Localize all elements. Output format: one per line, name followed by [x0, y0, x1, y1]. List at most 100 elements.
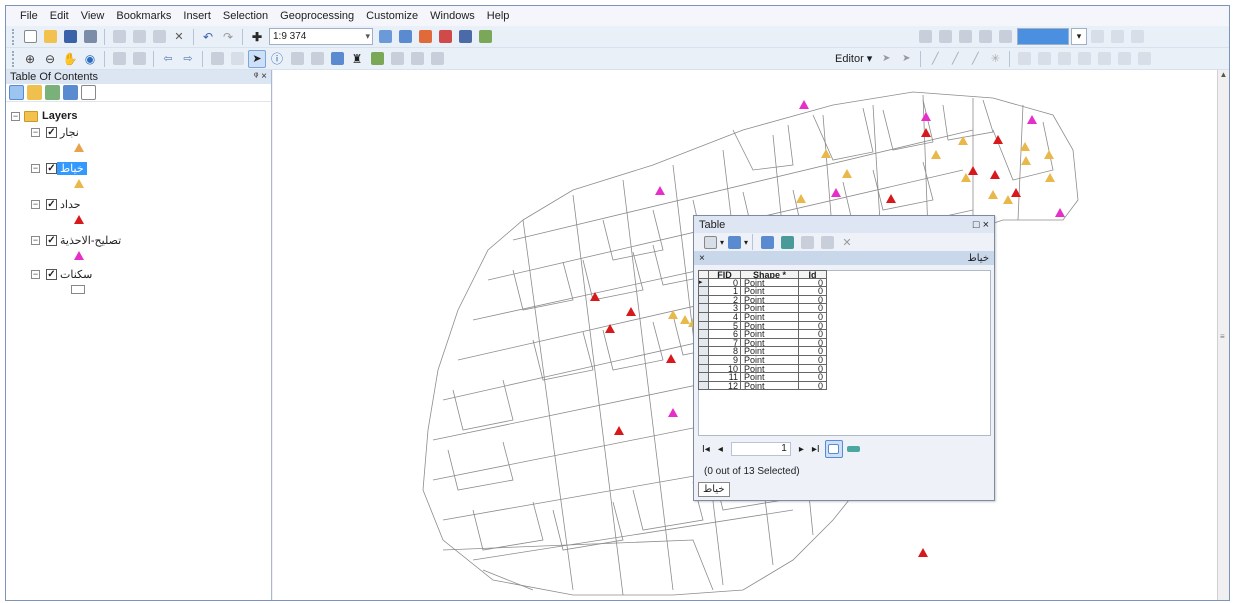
rotate-icon[interactable]	[1075, 50, 1093, 68]
cut-polygons-icon[interactable]	[1055, 50, 1073, 68]
menu-bookmarks[interactable]: Bookmarks	[110, 6, 177, 26]
row-selector[interactable]	[698, 355, 709, 365]
select-features-icon[interactable]	[208, 50, 226, 68]
row-selector[interactable]	[698, 381, 709, 391]
add-data-icon[interactable]: ✚	[248, 28, 266, 46]
cell-shape[interactable]: Point	[741, 347, 799, 356]
table-row[interactable]: 6 Point 0	[698, 330, 843, 339]
table-options-icon[interactable]	[701, 233, 719, 251]
table-row[interactable]: 3 Point 0	[698, 304, 843, 313]
layer-row-housing[interactable]: − ✓ سكنات	[31, 266, 95, 282]
table-row[interactable]: 4 Point 0	[698, 312, 843, 322]
table-row[interactable]: 2 Point 0	[698, 295, 843, 305]
cell-fid[interactable]: 4	[709, 312, 741, 322]
measure-icon[interactable]	[328, 50, 346, 68]
cell-fid[interactable]: 5	[709, 321, 741, 331]
table-row[interactable]: 12 Point 0	[698, 381, 843, 391]
collapse-icon[interactable]: −	[31, 127, 40, 137]
cell-id[interactable]: 0	[799, 381, 827, 391]
cell-fid[interactable]: 8	[709, 347, 741, 356]
cell-fid[interactable]: 1	[709, 287, 741, 296]
cell-id[interactable]: 0	[799, 278, 827, 288]
cell-shape[interactable]: Point	[741, 338, 799, 348]
edit-vertices-icon[interactable]	[1015, 50, 1033, 68]
page-icon[interactable]	[1088, 28, 1106, 46]
forward-arrow-icon[interactable]: ⇨	[179, 50, 197, 68]
menu-file[interactable]: File	[14, 6, 44, 26]
table-row[interactable]: 5 Point 0	[698, 321, 843, 331]
cell-id[interactable]: 0	[799, 312, 827, 322]
layer-name[interactable]: تصليح-الاحذية	[57, 234, 124, 247]
open-folder-icon[interactable]	[41, 28, 59, 46]
identify-icon[interactable]: ⓘ	[268, 50, 286, 68]
html-popup-icon[interactable]	[308, 50, 326, 68]
layout2-icon[interactable]	[996, 28, 1014, 46]
fixed-zoom-out-icon[interactable]	[130, 50, 148, 68]
triangle-symbol-icon[interactable]	[74, 179, 84, 188]
table-row[interactable]: 7 Point 0	[698, 338, 843, 348]
show-all-records-icon[interactable]	[824, 440, 843, 458]
undo-icon[interactable]: ↶	[199, 28, 217, 46]
row-selector[interactable]	[698, 287, 709, 296]
copy-icon[interactable]	[130, 28, 148, 46]
last-record-button[interactable]: ▸I	[808, 444, 824, 455]
menu-help[interactable]: Help	[481, 6, 516, 26]
column-header-id[interactable]: Id	[799, 270, 827, 279]
new-document-icon[interactable]	[21, 28, 39, 46]
georef2-icon[interactable]	[936, 28, 954, 46]
layer-row-tailor[interactable]: − ✓ خياط	[31, 160, 87, 176]
layer-row-blacksmith[interactable]: − ✓ حداد	[31, 196, 84, 212]
clear-selection-icon[interactable]	[228, 50, 246, 68]
save-icon[interactable]	[61, 28, 79, 46]
cell-id[interactable]: 0	[799, 304, 827, 313]
delete-selected-icon[interactable]: ✕	[838, 233, 856, 251]
print-icon[interactable]	[81, 28, 99, 46]
map-vertical-scrollbar[interactable]: ▲ ≡	[1217, 70, 1229, 600]
options-icon[interactable]	[81, 85, 96, 100]
cell-shape[interactable]: Point	[741, 355, 799, 365]
table-row[interactable]: 1 Point 0	[698, 287, 843, 296]
close-icon[interactable]: ×	[699, 253, 705, 264]
split-icon[interactable]: ✳	[986, 50, 1004, 68]
fixed-zoom-in-icon[interactable]	[110, 50, 128, 68]
row-selector[interactable]	[698, 338, 709, 348]
row-selector[interactable]	[698, 321, 709, 331]
table-bottom-tab[interactable]: خياط	[698, 482, 730, 497]
zoom-in-icon[interactable]: ⊕	[21, 50, 39, 68]
collapse-icon[interactable]: −	[31, 269, 40, 279]
cell-id[interactable]: 0	[799, 355, 827, 365]
list-by-source-icon[interactable]	[27, 85, 42, 100]
menu-windows[interactable]: Windows	[424, 6, 481, 26]
zoom-to-selected-icon[interactable]	[818, 233, 836, 251]
endpoint-arc-icon[interactable]: ╱	[946, 50, 964, 68]
cell-fid[interactable]: 12	[709, 381, 741, 391]
cell-shape[interactable]: Point	[741, 321, 799, 331]
attributes-icon[interactable]	[1095, 50, 1113, 68]
page3-icon[interactable]	[1128, 28, 1146, 46]
table-row[interactable]: ▸ 0 Point 0	[698, 278, 843, 288]
clear-selection-icon[interactable]	[798, 233, 816, 251]
list-by-drawing-order-icon[interactable]	[9, 85, 24, 100]
back-arrow-icon[interactable]: ⇦	[159, 50, 177, 68]
row-selector-header[interactable]	[698, 270, 709, 279]
menu-insert[interactable]: Insert	[177, 6, 217, 26]
georef-icon[interactable]	[916, 28, 934, 46]
table-row[interactable]: 11 Point 0	[698, 373, 843, 382]
polygon-symbol-icon[interactable]	[71, 285, 85, 294]
chevron-down-icon[interactable]: ▾	[720, 238, 724, 247]
layer-visibility-checkbox[interactable]: ✓	[46, 268, 57, 280]
viewer-window-icon[interactable]	[428, 50, 446, 68]
cell-shape[interactable]: Point	[741, 287, 799, 296]
cell-id[interactable]: 0	[799, 295, 827, 305]
reshape-icon[interactable]	[1035, 50, 1053, 68]
table-window-buttons[interactable]: □ ×	[973, 219, 989, 231]
layer-row-shoe-repair[interactable]: − ✓ تصليح-الاحذية	[31, 232, 124, 248]
catalog-icon[interactable]	[416, 28, 434, 46]
edit-annotation-icon[interactable]: ➤	[897, 50, 915, 68]
row-selector[interactable]	[698, 347, 709, 356]
menu-edit[interactable]: Edit	[44, 6, 75, 26]
cell-shape[interactable]: Point	[741, 278, 799, 288]
layer-visibility-checkbox[interactable]: ✓	[46, 234, 57, 246]
layer-name[interactable]: نجار	[57, 126, 82, 139]
layer-name[interactable]: سكنات	[57, 268, 95, 281]
